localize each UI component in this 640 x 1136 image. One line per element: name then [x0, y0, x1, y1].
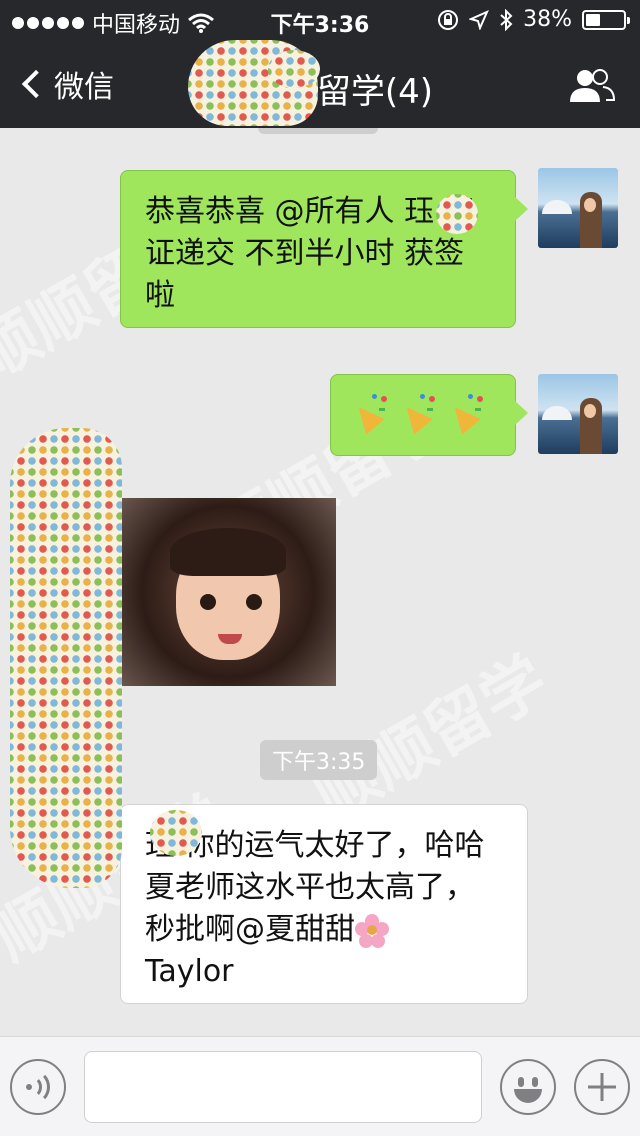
avatar[interactable] [538, 374, 618, 454]
group-members-icon[interactable] [568, 66, 616, 106]
shared-photo[interactable] [120, 498, 336, 686]
cherry-blossom-icon [355, 913, 389, 948]
party-popper-icon [445, 393, 485, 435]
redaction-overlay [150, 810, 202, 856]
input-bar [0, 1036, 640, 1136]
location-icon [469, 9, 490, 30]
emoji-icon[interactable] [500, 1059, 556, 1115]
bluetooth-icon [500, 8, 513, 31]
party-popper-icon [397, 393, 437, 435]
battery-percent: 38% [523, 7, 572, 32]
redaction-overlay [10, 428, 122, 888]
message-input[interactable] [84, 1051, 482, 1123]
plus-icon[interactable] [574, 1059, 630, 1115]
time-pill: 下午3:35 [260, 740, 378, 780]
nav-bar: 微信 留学(4) [0, 40, 640, 128]
status-bar: 中国移动 下午3:36 38% [0, 0, 640, 40]
battery-icon [582, 9, 630, 30]
redaction-overlay [268, 50, 320, 88]
chat-title: 留学(4) [316, 72, 434, 112]
sender-name: Taylor [145, 954, 234, 989]
orientation-lock-icon [438, 9, 459, 30]
time-pill-partial [258, 128, 378, 134]
avatar[interactable] [538, 168, 618, 248]
message-text: 恭喜恭喜 @所有人 珏 签证递交 不到半小时 获签啦 [145, 194, 474, 313]
redaction-overlay [436, 194, 478, 234]
message-bubble-self[interactable] [330, 374, 528, 456]
chat-area[interactable]: 顺顺留学 顺顺留学 顺顺留学 顺顺留学 恭喜恭喜 @所有人 珏 签证递交 不到半… [0, 128, 640, 1036]
party-popper-icon [349, 393, 389, 435]
voice-icon[interactable] [10, 1059, 66, 1115]
